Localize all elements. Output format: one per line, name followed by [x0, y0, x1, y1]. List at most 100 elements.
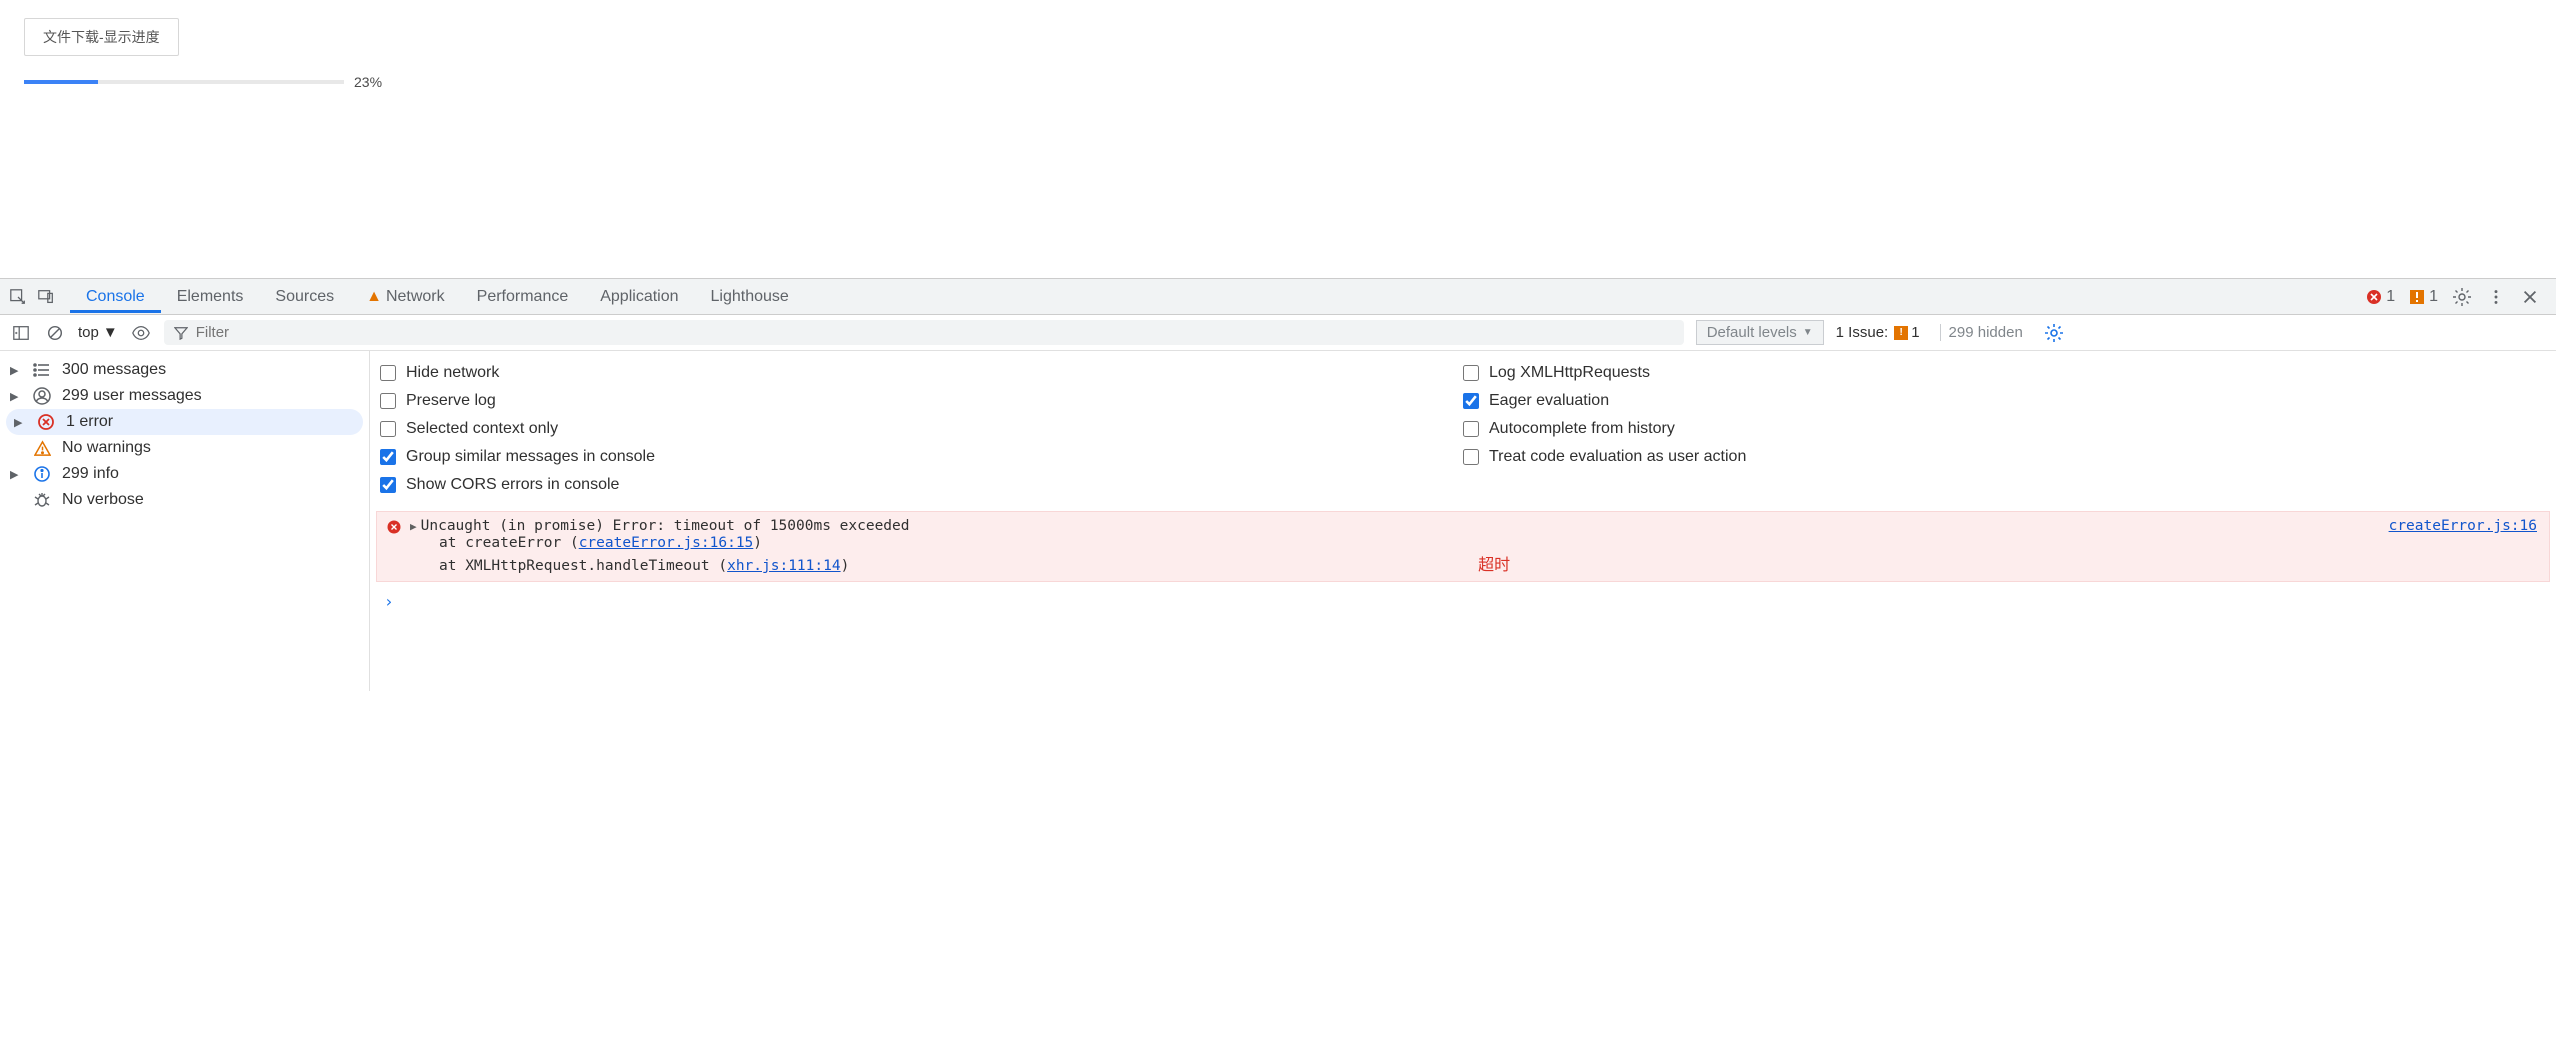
levels-selector[interactable]: Default levels ▼	[1696, 320, 1824, 345]
chevron-down-icon: ▼	[1803, 327, 1813, 338]
issue-count: 1	[2429, 288, 2438, 306]
console-settings-gear-icon[interactable]	[2043, 322, 2065, 344]
expand-icon: ▶	[10, 468, 22, 481]
eye-icon[interactable]	[130, 322, 152, 344]
error-stack-line: at XMLHttpRequest.handleTimeout (xhr.js:…	[387, 551, 2539, 575]
chk-hide-network[interactable]: Hide network	[380, 359, 1463, 387]
issue-badge: !1	[1894, 324, 1919, 341]
tab-performance[interactable]: Performance	[461, 281, 585, 313]
expand-icon[interactable]: ▶	[410, 520, 417, 533]
chevron-down-icon: ▼	[103, 324, 118, 341]
kebab-icon[interactable]	[2486, 287, 2506, 307]
expand-icon: ▶	[10, 364, 22, 377]
tab-application[interactable]: Application	[584, 281, 694, 313]
tab-console[interactable]: Console	[70, 281, 161, 313]
stack-link[interactable]: xhr.js:111:14	[727, 558, 841, 574]
stack-text: at createError (	[439, 535, 579, 551]
console-sidebar: ▶ 300 messages ▶ 299 user messages ▶ 1 e…	[0, 351, 370, 691]
sidebar-item-info[interactable]: ▶ 299 info	[0, 461, 369, 487]
sidebar-item-label: 299 info	[62, 465, 119, 483]
info-icon	[32, 464, 52, 484]
chk-label: Log XMLHttpRequests	[1489, 364, 1650, 382]
error-stack-line: at createError (createError.js:16:15)	[387, 535, 2539, 551]
console-main: Hide network Preserve log Selected conte…	[370, 351, 2556, 691]
sidebar-item-errors[interactable]: ▶ 1 error	[6, 409, 363, 435]
context-selector[interactable]: top ▼	[78, 324, 118, 341]
chk-show-cors[interactable]: Show CORS errors in console	[380, 471, 1463, 499]
issue-num: 1	[1911, 324, 1919, 341]
progress-percent: 23%	[354, 74, 382, 90]
sidebar-item-label: 300 messages	[62, 361, 166, 379]
stack-text: )	[841, 558, 850, 574]
console-error-entry[interactable]: createError.js:16 ▶Uncaught (in promise)…	[376, 511, 2550, 582]
tab-lighthouse[interactable]: Lighthouse	[695, 281, 805, 313]
tab-elements[interactable]: Elements	[161, 281, 260, 313]
list-icon	[32, 360, 52, 380]
issues-indicator[interactable]: 1 Issue: !1	[1836, 324, 1920, 341]
chk-autocomplete[interactable]: Autocomplete from history	[1463, 415, 2546, 443]
issue-count-badge[interactable]: 1	[2409, 288, 2438, 306]
issue-label: 1 Issue:	[1836, 324, 1889, 341]
bug-icon	[32, 490, 52, 510]
chk-label: Treat code evaluation as user action	[1489, 448, 1746, 466]
progress-fill	[24, 80, 98, 84]
chk-group-similar[interactable]: Group similar messages in console	[380, 443, 1463, 471]
toggle-sidebar-icon[interactable]	[10, 322, 32, 344]
sidebar-item-messages[interactable]: ▶ 300 messages	[0, 357, 369, 383]
error-count: 1	[2386, 288, 2395, 306]
chk-log-xhr[interactable]: Log XMLHttpRequests	[1463, 359, 2546, 387]
sidebar-item-label: 299 user messages	[62, 387, 202, 405]
console-prompt[interactable]: ›	[370, 586, 2556, 617]
error-count-badge[interactable]: 1	[2366, 288, 2395, 306]
sidebar-item-user-messages[interactable]: ▶ 299 user messages	[0, 383, 369, 409]
progress-bar-row: 23%	[24, 74, 2532, 90]
console-toolbar: top ▼ Default levels ▼ 1 Issue: !1 299 h…	[0, 315, 2556, 351]
chk-label: Eager evaluation	[1489, 392, 1609, 410]
progress-bar	[24, 80, 344, 84]
chk-label: Selected context only	[406, 420, 558, 438]
error-icon	[387, 520, 402, 535]
tab-network[interactable]: ▲Network	[350, 281, 461, 313]
hidden-count[interactable]: 299 hidden	[1940, 324, 2031, 341]
chk-preserve-log[interactable]: Preserve log	[380, 387, 1463, 415]
stack-text: )	[753, 535, 762, 551]
chk-label: Preserve log	[406, 392, 496, 410]
close-icon[interactable]	[2520, 287, 2540, 307]
tab-network-label: Network	[386, 288, 445, 305]
error-source-link[interactable]: createError.js:16	[2389, 518, 2537, 534]
user-icon	[32, 386, 52, 406]
chk-label: Show CORS errors in console	[406, 476, 619, 494]
sidebar-item-warnings[interactable]: No warnings	[0, 435, 369, 461]
chk-selected-context[interactable]: Selected context only	[380, 415, 1463, 443]
sidebar-item-label: 1 error	[66, 413, 113, 431]
context-label: top	[78, 324, 99, 341]
chk-label: Hide network	[406, 364, 499, 382]
filter-input[interactable]	[196, 324, 1674, 341]
chk-label: Autocomplete from history	[1489, 420, 1675, 438]
tab-sources[interactable]: Sources	[259, 281, 350, 313]
console-settings-panel: Hide network Preserve log Selected conte…	[370, 351, 2556, 507]
sidebar-item-verbose[interactable]: No verbose	[0, 487, 369, 513]
stack-link[interactable]: createError.js:16:15	[579, 535, 754, 551]
levels-label: Default levels	[1707, 324, 1797, 341]
chk-label: Group similar messages in console	[406, 448, 655, 466]
expand-icon: ▶	[14, 416, 26, 429]
sidebar-item-label: No verbose	[62, 491, 144, 509]
clear-console-icon[interactable]	[44, 322, 66, 344]
devtools-tabstrip: Console Elements Sources ▲Network Perfor…	[0, 279, 2556, 315]
warning-icon	[32, 438, 52, 458]
inspect-icon[interactable]	[8, 287, 28, 307]
filter-box[interactable]	[164, 320, 1684, 345]
annotation-text: 超时	[1478, 557, 1510, 574]
gear-icon[interactable]	[2452, 287, 2472, 307]
chk-eager-eval[interactable]: Eager evaluation	[1463, 387, 2546, 415]
sidebar-item-label: No warnings	[62, 439, 151, 457]
devtools-panel: Console Elements Sources ▲Network Perfor…	[0, 278, 2556, 691]
download-button[interactable]: 文件下载-显示进度	[24, 18, 179, 56]
warning-icon: ▲	[366, 288, 382, 305]
device-icon[interactable]	[36, 287, 56, 307]
expand-icon: ▶	[10, 390, 22, 403]
filter-icon	[174, 326, 188, 340]
stack-text: at XMLHttpRequest.handleTimeout (	[439, 558, 727, 574]
chk-treat-eval[interactable]: Treat code evaluation as user action	[1463, 443, 2546, 471]
